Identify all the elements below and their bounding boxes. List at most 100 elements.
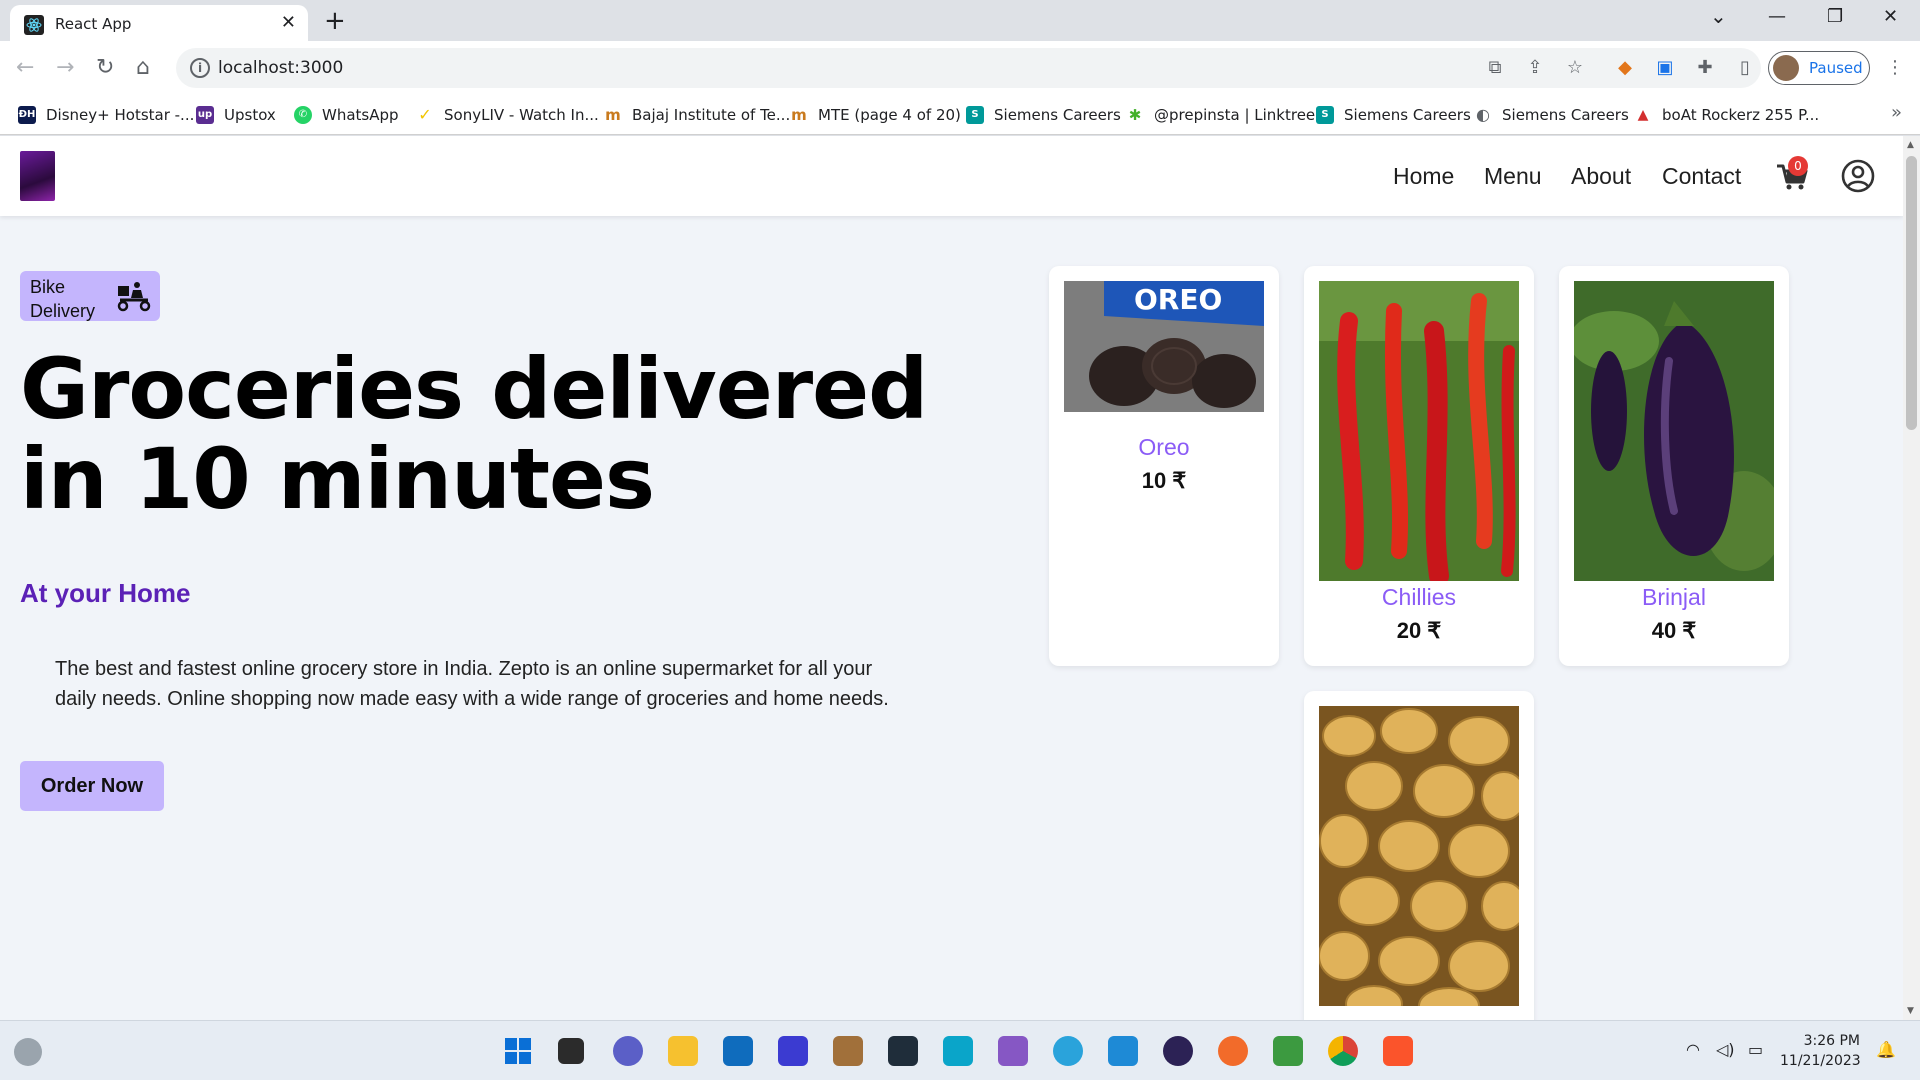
vscode-icon[interactable]: [1108, 1036, 1138, 1066]
hero-headline: Groceries delivered in 10 minutes: [20, 340, 928, 528]
visual-studio-icon[interactable]: [998, 1036, 1028, 1066]
bookmark-item[interactable]: S Siemens Careers: [966, 104, 1121, 126]
translate-icon[interactable]: ▣: [1654, 57, 1676, 79]
telegram-icon[interactable]: [1053, 1036, 1083, 1066]
forward-icon[interactable]: →: [56, 55, 74, 81]
whatsapp-icon: ✆: [294, 106, 312, 124]
delivery-bike-icon: [117, 282, 151, 312]
mysql-icon[interactable]: [888, 1036, 918, 1066]
product-price: 20 ₹: [1396, 618, 1442, 643]
chrome-icon[interactable]: [1328, 1036, 1358, 1066]
bookmark-item[interactable]: ▲ boAt Rockerz 255 P...: [1634, 104, 1819, 126]
cart-count-badge: 0: [1788, 156, 1808, 176]
site-info-icon[interactable]: i: [190, 58, 210, 78]
product-name: Oreo: [1138, 434, 1190, 460]
notes-app-icon[interactable]: [778, 1036, 808, 1066]
product-price: 10 ₹: [1141, 468, 1187, 493]
clock-date: 11/21/2023: [1780, 1053, 1861, 1069]
nav-menu[interactable]: Menu: [1484, 163, 1542, 190]
bookmark-item[interactable]: ✱ @prepinsta | Linktree: [1126, 104, 1315, 126]
bookmark-item[interactable]: m MTE (page 4 of 20): [790, 104, 961, 126]
volume-icon[interactable]: ◁): [1716, 1040, 1735, 1059]
package-app-icon[interactable]: [833, 1036, 863, 1066]
postman-icon[interactable]: [1218, 1036, 1248, 1066]
nav-home[interactable]: Home: [1393, 163, 1454, 190]
avatar: [1773, 55, 1799, 81]
bookmarks-bar: ĐH Disney+ Hotstar -... up Upstox ✆ What…: [0, 96, 1920, 135]
mail-icon[interactable]: [723, 1036, 753, 1066]
profile-button[interactable]: Paused: [1768, 51, 1870, 85]
minimize-button[interactable]: —: [1768, 6, 1786, 27]
eclipse-icon[interactable]: [1163, 1036, 1193, 1066]
url-text[interactable]: localhost:3000: [218, 58, 343, 78]
bookmark-item[interactable]: S Siemens Careers: [1316, 104, 1471, 126]
side-panel-icon[interactable]: ▯: [1734, 57, 1756, 79]
close-window-button[interactable]: ✕: [1883, 6, 1898, 27]
windows-start-icon[interactable]: [503, 1036, 533, 1066]
system-clock[interactable]: 3:26 PM 11/21/2023: [1780, 1031, 1861, 1071]
file-explorer-icon[interactable]: [668, 1036, 698, 1066]
user-account-icon[interactable]: [1840, 158, 1876, 194]
scroll-down-icon[interactable]: ▼: [1907, 1006, 1914, 1016]
mte-icon: m: [790, 106, 808, 124]
nav-about[interactable]: About: [1571, 163, 1631, 190]
browser-tab[interactable]: React App ✕: [10, 5, 308, 41]
order-now-button[interactable]: Order Now: [20, 761, 164, 811]
bookmark-label: Siemens Careers: [994, 106, 1121, 124]
bookmark-label: Siemens Careers: [1344, 106, 1471, 124]
bike-delivery-badge: Bike Delivery: [20, 271, 160, 321]
remote-desktop-icon[interactable]: [943, 1036, 973, 1066]
reload-icon[interactable]: ↻: [96, 55, 114, 81]
siemens-icon: S: [1316, 106, 1334, 124]
weather-icon[interactable]: [14, 1038, 42, 1066]
product-card-brinjal[interactable]: Brinjal 40 ₹: [1559, 266, 1789, 666]
bookmark-item[interactable]: ◐ Siemens Careers: [1474, 104, 1629, 126]
bajaj-icon: m: [604, 106, 622, 124]
linktree-icon: ✱: [1126, 106, 1144, 124]
new-tab-button[interactable]: +: [324, 6, 346, 36]
restore-button[interactable]: ❐: [1827, 6, 1843, 27]
battery-icon[interactable]: ▭: [1748, 1040, 1763, 1059]
home-icon[interactable]: ⌂: [136, 55, 150, 81]
product-card-chillies[interactable]: Chillies 20 ₹: [1304, 266, 1534, 666]
bookmark-item[interactable]: ✆ WhatsApp: [294, 104, 399, 126]
scrollbar-thumb[interactable]: [1906, 156, 1917, 430]
share-icon[interactable]: ⇪: [1524, 57, 1546, 79]
product-card-oreo[interactable]: OREO Oreo 10 ₹: [1049, 266, 1279, 666]
page-scrollbar[interactable]: ▲ ▼: [1903, 136, 1920, 1020]
bookmark-item[interactable]: up Upstox: [196, 104, 276, 126]
close-tab-icon[interactable]: ✕: [281, 13, 296, 33]
more-bookmarks-button[interactable]: »: [1891, 102, 1902, 123]
metamask-icon[interactable]: ◆: [1614, 57, 1636, 79]
task-view-icon[interactable]: [558, 1038, 584, 1064]
bookmark-label: Disney+ Hotstar -...: [46, 106, 195, 124]
siemens-icon: S: [966, 106, 984, 124]
scroll-up-icon[interactable]: ▲: [1907, 140, 1914, 150]
menu-icon[interactable]: ⋮: [1884, 57, 1906, 79]
bookmark-item[interactable]: ĐH Disney+ Hotstar -...: [18, 104, 194, 126]
product-name: Brinjal: [1642, 584, 1706, 610]
nav-contact[interactable]: Contact: [1662, 163, 1741, 190]
site-logo[interactable]: [20, 151, 55, 201]
bookmark-item[interactable]: ✓ SonyLIV - Watch In...: [416, 104, 599, 126]
hotstar-icon: ĐH: [18, 106, 36, 124]
profile-status: Paused: [1809, 59, 1863, 77]
bookmark-star-icon[interactable]: ☆: [1564, 57, 1586, 79]
tab-search-icon[interactable]: ⌄: [1710, 4, 1727, 28]
brave-icon[interactable]: [1383, 1036, 1413, 1066]
bookmark-label: boAt Rockerz 255 P...: [1662, 106, 1820, 124]
tab-strip: React App ✕ + ⌄ — ❐ ✕: [0, 0, 1920, 41]
notification-bell-icon[interactable]: 🔔: [1876, 1040, 1896, 1059]
bookmark-label: SonyLIV - Watch In...: [444, 106, 599, 124]
product-card-potato[interactable]: [1304, 691, 1534, 1020]
nodejs-icon[interactable]: [1273, 1036, 1303, 1066]
open-in-app-icon[interactable]: ⧉: [1484, 57, 1506, 79]
back-icon[interactable]: ←: [16, 55, 34, 81]
teams-chat-icon[interactable]: [613, 1036, 643, 1066]
bookmark-item[interactable]: m Bajaj Institute of Te...: [604, 104, 790, 126]
chillies-image: [1319, 281, 1519, 581]
extensions-icon[interactable]: ✚: [1694, 57, 1716, 79]
upstox-icon: up: [196, 106, 214, 124]
address-bar[interactable]: i localhost:3000 ⧉ ⇪ ☆: [176, 48, 1761, 88]
wifi-icon[interactable]: ◠: [1686, 1040, 1700, 1059]
